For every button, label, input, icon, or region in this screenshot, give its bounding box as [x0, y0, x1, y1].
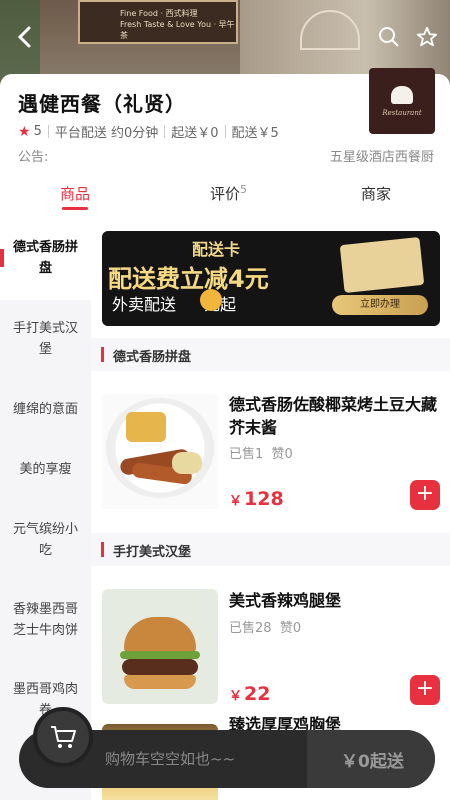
add-to-cart-button[interactable]: + [410, 675, 440, 705]
cart-empty-text: 购物车空空如也~~ [105, 750, 236, 768]
plus-icon: + [415, 481, 435, 506]
sidebar-item-label: 元气缤纷小吃 [12, 522, 78, 558]
tab-reviews-label: 评价 [210, 185, 241, 203]
dish-name: 德式香肠佐酸椰菜烤土豆大藏芥末酱 [229, 395, 438, 437]
burger-bun-top [124, 617, 196, 653]
delivery-fee: 配送￥5 [231, 126, 279, 141]
star-outline-icon [416, 26, 438, 47]
sidebar-item-burger[interactable]: 手打美式汉堡 [0, 318, 91, 360]
tab-merchant[interactable]: 商家 [361, 183, 391, 204]
banner-headline: 配送费立减4元 [108, 265, 269, 293]
sidebar-item-label: 美的享瘦 [19, 462, 72, 477]
tab-active-indicator [62, 207, 88, 210]
section-header: 手打美式汉堡 [91, 533, 450, 566]
dish-likes: 赞0 [279, 621, 302, 636]
tab-reviews-count: 5 [240, 183, 248, 196]
search-icon [379, 27, 399, 47]
delivery-info: 平台配送 约0分钟 [54, 126, 159, 141]
store-name: 遇健西餐（礼贤） [18, 92, 186, 116]
delivery-card-banner[interactable]: 配送卡 配送费立减4元 外卖配送元起 立即办理 [102, 231, 440, 326]
dish-likes: 赞0 [271, 447, 293, 462]
divider [164, 125, 166, 138]
divider [47, 125, 49, 138]
fries [126, 412, 166, 442]
tab-products-label: 商品 [60, 185, 91, 203]
sign-line-1: Fine Food · 西式料理 [120, 9, 198, 18]
tab-merchant-label: 商家 [361, 185, 392, 203]
section-accent-bar [101, 542, 104, 557]
chef-hat-icon [391, 85, 413, 104]
currency-symbol: ￥ [229, 689, 243, 704]
banner-title: 配送卡 [192, 240, 241, 259]
favorite-button[interactable] [412, 22, 442, 52]
apply-now-button[interactable]: 立即办理 [332, 295, 428, 315]
dish-item[interactable]: 德式香肠佐酸椰菜烤土豆大藏芥末酱 已售1 赞0 ￥ 128 + [91, 380, 450, 520]
currency-symbol: ￥ [229, 494, 243, 509]
store-info-card: 遇健西餐（礼贤） Restaurant ★ 5 平台配送 约0分钟 起送￥0 配… [0, 68, 450, 174]
sidebar-item-label: 缠绵的意面 [12, 402, 78, 417]
price-value: 22 [244, 683, 271, 705]
dish-stats: 已售28 赞0 [229, 617, 301, 636]
min-order: 起送￥0 [171, 126, 219, 141]
tab-reviews[interactable]: 评价5 [210, 183, 247, 204]
price-value: 128 [244, 488, 284, 510]
sign-line-2: Fresh Taste & Love You · 早午茶 [120, 20, 235, 40]
chevron-left-icon [17, 26, 31, 48]
dish-image[interactable] [102, 589, 218, 704]
dish-stats: 已售1 赞0 [229, 443, 293, 462]
notice-text: 五星级酒店西餐厨 [329, 150, 438, 165]
section-accent-bar [101, 347, 104, 362]
store-rating: 5 [33, 124, 42, 139]
section-title: 德式香肠拼盘 [113, 350, 192, 365]
back-button[interactable] [10, 22, 40, 52]
dish-item[interactable]: 美式香辣鸡腿堡 已售28 赞0 ￥ 22 + [91, 575, 450, 715]
dish-sold: 已售28 [229, 621, 272, 636]
dish-price: ￥ 128 [229, 488, 284, 510]
sidebar-item-pasta[interactable]: 缠绵的意面 [0, 399, 91, 420]
checkout-button[interactable]: ￥0起送 [341, 747, 404, 772]
divider [224, 125, 226, 138]
sidebar-item-sausage[interactable]: 德式香肠拼盘 [0, 227, 91, 300]
tab-products[interactable]: 商品 [60, 183, 90, 204]
sidebar-item-snacks[interactable]: 元气缤纷小吃 [0, 519, 91, 561]
logo-text: Restaurant [382, 108, 422, 117]
dish-name: 美式香辣鸡腿堡 [229, 591, 342, 610]
notice-row[interactable]: 公告: 五星级酒店西餐厨 [18, 146, 438, 165]
dish-price: ￥ 22 [229, 683, 270, 705]
burger-lettuce [120, 651, 200, 659]
section-header: 德式香肠拼盘 [91, 338, 450, 371]
store-logo[interactable]: Restaurant [369, 68, 435, 134]
sidebar-item-beef-patty[interactable]: 香辣墨西哥芝士牛肉饼 [0, 599, 91, 641]
section-title: 手打美式汉堡 [113, 545, 192, 560]
dish-image[interactable] [102, 394, 218, 509]
storefront-sign: Fine Food · 西式料理 Fresh Taste & Love You ·… [78, 0, 238, 44]
rating-star-icon: ★ [18, 123, 31, 140]
search-button[interactable] [374, 22, 404, 52]
notice-label: 公告: [18, 150, 49, 165]
card-illustration [339, 236, 425, 294]
sauerkraut [172, 452, 202, 474]
sidebar-item-slim[interactable]: 美的享瘦 [0, 459, 91, 480]
burger-bun-bottom [124, 675, 196, 689]
sidebar-item-label: 德式香肠拼盘 [12, 240, 78, 276]
burger-patty [122, 659, 198, 675]
shopping-cart-icon [51, 726, 76, 748]
banner-sub-a: 外卖配送 [112, 295, 177, 314]
plus-icon: + [415, 676, 435, 701]
coin-icon [200, 289, 222, 311]
cart-button[interactable] [33, 707, 93, 767]
dish-sold: 已售1 [229, 447, 264, 462]
sidebar-item-label: 香辣墨西哥芝士牛肉饼 [12, 602, 78, 638]
tab-bar: 商品 评价5 商家 [0, 175, 450, 215]
sidebar-item-label: 手打美式汉堡 [12, 321, 78, 357]
store-meta: ★ 5 平台配送 约0分钟 起送￥0 配送￥5 [18, 122, 279, 142]
add-to-cart-button[interactable]: + [410, 480, 440, 510]
